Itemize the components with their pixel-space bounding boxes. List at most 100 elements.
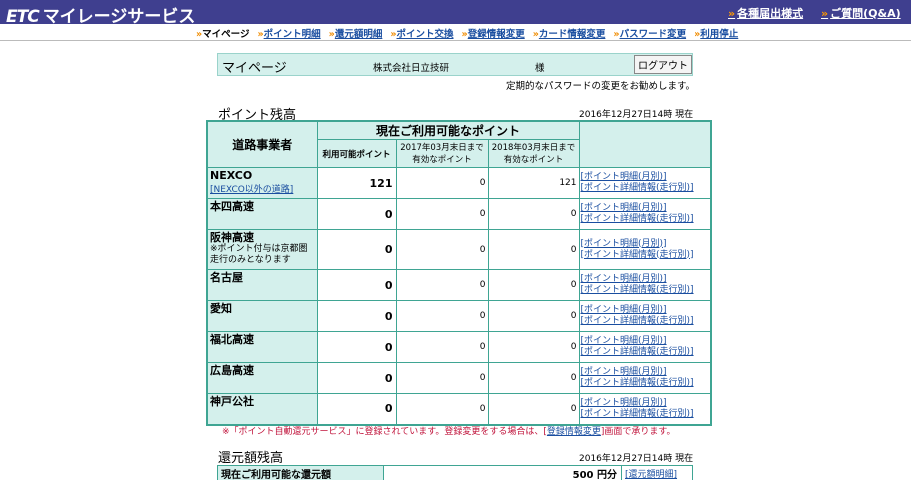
header-exp1: 2017年03月末日まで 有効なポイント (395, 139, 489, 168)
available-points: 0 (316, 269, 397, 301)
available-points: 0 (316, 362, 397, 394)
trip-point-details-link[interactable]: [ポイント詳細情報(走行別)] (581, 316, 694, 326)
faq-link[interactable]: » ご質問(Q&A) (821, 5, 901, 21)
detail-links-cell: [ポイント明細(月別)] [ポイント詳細情報(走行別)] (578, 229, 712, 270)
points-exp-2017: 0 (395, 300, 489, 332)
operator-cell: NEXCO [NEXCO以外の道路] (206, 167, 318, 199)
monthly-point-details-link[interactable]: [ポイント明細(月別)] (581, 336, 667, 346)
points-table: 道路事業者 現在ご利用可能なポイント 利用可能ポイント 2017年03月末日まで… (206, 120, 712, 426)
trip-point-details-link[interactable]: [ポイント詳細情報(走行別)] (581, 409, 694, 419)
points-exp-2018: 0 (487, 393, 580, 425)
nav-item-suspend[interactable]: »利用停止 (694, 26, 738, 40)
monthly-point-details-link[interactable]: [ポイント明細(月別)] (581, 172, 667, 182)
detail-links-cell: [ポイント明細(月別)] [ポイント詳細情報(走行別)] (578, 269, 712, 301)
available-points: 0 (316, 331, 397, 363)
trip-point-details-link[interactable]: [ポイント詳細情報(走行別)] (581, 347, 694, 357)
points-exp-2018: 0 (487, 269, 580, 301)
points-exp-2017: 0 (395, 269, 489, 301)
monthly-point-details-link[interactable]: [ポイント明細(月別)] (581, 305, 667, 315)
operator-cell: 愛知 (206, 300, 318, 332)
registration-change-link[interactable]: 登録情報変更 (547, 427, 601, 437)
monthly-point-details-link[interactable]: [ポイント明細(月別)] (581, 203, 667, 213)
points-as-of: 2016年12月27日14時 現在 (579, 110, 694, 120)
refund-label: 現在ご利用可能な還元額 (217, 465, 384, 480)
points-exp-2017: 0 (395, 167, 489, 199)
points-exp-2017: 0 (395, 229, 489, 270)
available-points: 0 (316, 300, 397, 332)
operator-cell: 阪神高速 ※ポイント付与は京都圏走行のみとなります (206, 229, 318, 270)
nav-item-refund-details[interactable]: »還元額明細 (329, 26, 383, 40)
trip-point-details-link[interactable]: [ポイント詳細情報(走行別)] (581, 183, 694, 193)
detail-links-cell: [ポイント明細(月別)] [ポイント詳細情報(走行別)] (578, 300, 712, 332)
points-exp-2018: 0 (487, 198, 580, 230)
mypage-bar: マイページ 株式会社日立技研 様 ログアウト (217, 53, 693, 76)
header-operator: 道路事業者 (206, 120, 318, 168)
nav-item-card-change[interactable]: »カード情報変更 (533, 26, 606, 40)
operator-name: 神戸公社 (210, 395, 254, 408)
operator-name: 愛知 (210, 302, 232, 315)
table-row: 広島高速 0 0 0 [ポイント明細(月別)] [ポイント詳細情報(走行別)] (206, 362, 712, 394)
operator-cell: 広島高速 (206, 362, 318, 394)
detail-links-cell: [ポイント明細(月別)] [ポイント詳細情報(走行別)] (578, 198, 712, 230)
forms-link-label: 各種届出様式 (737, 7, 804, 20)
refund-cell: [還元額明細] (621, 465, 693, 480)
operator-name: 広島高速 (210, 364, 254, 377)
arrow-icon: » (821, 7, 829, 20)
detail-links-cell: [ポイント明細(月別)] [ポイント詳細情報(走行別)] (578, 331, 712, 363)
available-points: 0 (316, 393, 397, 425)
operator-cell: 神戸公社 (206, 393, 318, 425)
nav-item-registration-change[interactable]: »登録情報変更 (462, 26, 525, 40)
auto-refund-notice: ※「ポイント自動還元サービス」に登録されています。登録変更をする場合は、[登録情… (222, 427, 676, 437)
page-title: マイページ (222, 61, 287, 76)
trip-point-details-link[interactable]: [ポイント詳細情報(走行別)] (581, 250, 694, 260)
points-exp-2018: 121 (487, 167, 580, 199)
nav-item-point-exchange[interactable]: »ポイント交換 (390, 26, 453, 40)
monthly-point-details-link[interactable]: [ポイント明細(月別)] (581, 239, 667, 249)
logout-button[interactable]: ログアウト (634, 55, 692, 74)
operator-cell: 福北高速 (206, 331, 318, 363)
operator-cell: 名古屋 (206, 269, 318, 301)
operator-name: 阪神高速 (210, 231, 254, 244)
points-exp-2017: 0 (395, 393, 489, 425)
refund-details-link[interactable]: [還元額明細] (625, 470, 677, 480)
table-row: 阪神高速 ※ポイント付与は京都圏走行のみとなります 0 0 0 [ポイント明細(月別)][… (206, 229, 712, 270)
monthly-point-details-link[interactable]: [ポイント明細(月別)] (581, 274, 667, 284)
monthly-point-details-link[interactable]: [ポイント明細(月別)] (581, 398, 667, 408)
trip-point-details-link[interactable]: [ポイント詳細情報(走行別)] (581, 378, 694, 388)
trip-point-details-link[interactable]: [ポイント詳細情報(走行別)] (581, 214, 694, 224)
header-links (578, 120, 712, 168)
header-available: 利用可能ポイント (316, 139, 397, 168)
points-exp-2017: 0 (395, 198, 489, 230)
operator-name: 名古屋 (210, 271, 243, 284)
available-points: 0 (316, 198, 397, 230)
site-header: ETC マイレージサービス » 各種届出様式 » ご質問(Q&A) (0, 0, 911, 27)
refund-as-of: 2016年12月27日14時 現在 (579, 454, 694, 464)
header-current-points: 現在ご利用可能なポイント (316, 120, 580, 140)
detail-links-cell: [ポイント明細(月別)] [ポイント詳細情報(走行別)] (578, 167, 712, 199)
honorific: 様 (535, 63, 545, 74)
table-row: 神戸公社 0 0 0 [ポイント明細(月別)] [ポイント詳細情報(走行別)] (206, 393, 712, 425)
table-row: 本四高速 0 0 0 [ポイント明細(月別)] [ポイント詳細情報(走行別)] (206, 198, 712, 230)
available-points: 121 (316, 167, 397, 199)
points-exp-2018: 0 (487, 229, 580, 270)
refund-heading: 還元額残高 (218, 451, 284, 466)
operator-name: 福北高速 (210, 333, 254, 346)
available-points: 0 (316, 229, 397, 270)
nav-item-mypage[interactable]: »マイページ (196, 26, 249, 40)
arrow-icon: » (728, 7, 736, 20)
forms-link[interactable]: » 各種届出様式 (728, 5, 803, 21)
trip-point-details-link[interactable]: [ポイント詳細情報(走行別)] (581, 285, 694, 295)
table-row: 福北高速 0 0 0 [ポイント明細(月別)] [ポイント詳細情報(走行別)] (206, 331, 712, 363)
points-exp-2017: 0 (395, 331, 489, 363)
non-nexco-roads-link[interactable]: [NEXCO以外の道路] (210, 185, 293, 195)
faq-link-label: ご質問(Q&A) (830, 7, 901, 20)
header-exp2: 2018年03月末日まで 有効なポイント (487, 139, 580, 168)
refund-table: 現在ご利用可能な還元額 500 円分 [還元額明細] (217, 465, 693, 480)
nav-item-password-change[interactable]: »パスワード変更 (613, 26, 686, 40)
nav-item-point-details[interactable]: »ポイント明細 (257, 26, 320, 40)
company-name: 株式会社日立技研 (373, 63, 450, 74)
refund-value: 500 円分 (383, 465, 622, 480)
monthly-point-details-link[interactable]: [ポイント明細(月別)] (581, 367, 667, 377)
password-notice: 定期的なパスワードの変更をお勧めします。 (506, 81, 696, 92)
table-row: 名古屋 0 0 0 [ポイント明細(月別)] [ポイント詳細情報(走行別)] (206, 269, 712, 301)
